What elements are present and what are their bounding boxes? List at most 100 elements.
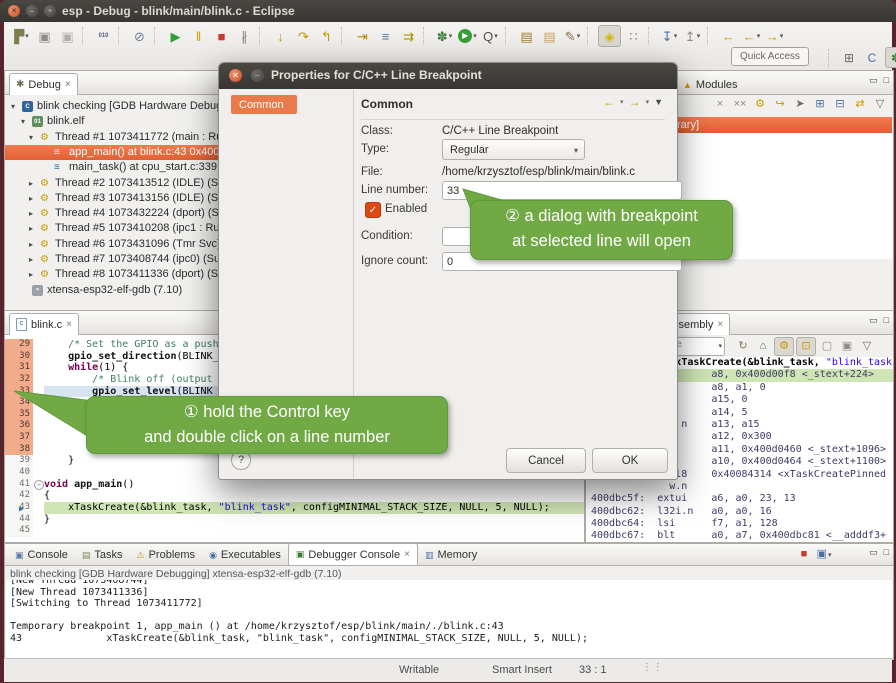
tab-blink-c[interactable]: c blink.c × (9, 313, 79, 335)
new-view-button[interactable]: ▢ (818, 338, 836, 355)
last-edit-location-button[interactable]: ↧▾ (659, 26, 680, 46)
console-output[interactable]: [New Thread 1073408744] [New Thread 1073… (6, 580, 892, 658)
line-number[interactable]: 39 (5, 455, 33, 467)
enabled-checkbox[interactable]: ✓ (365, 202, 381, 218)
title-bar[interactable]: ✕ – + esp - Debug - blink/main/blink.c -… (0, 0, 896, 22)
tab-modules[interactable]: ▲ Modules (676, 73, 745, 95)
minimize-panel-icon[interactable]: ▭ (869, 315, 878, 326)
tab-tasks[interactable]: ▤Tasks (75, 545, 130, 565)
tab-debugger-console[interactable]: ▣Debugger Console× (288, 543, 418, 565)
line-number[interactable]: 40 (5, 467, 33, 479)
expander-closed-icon[interactable]: ▸ (29, 224, 33, 233)
profile-button[interactable]: Q▾ (480, 26, 501, 46)
expander-closed-icon[interactable]: ▸ (29, 179, 33, 188)
step-filters-button[interactable]: ⇉ (398, 26, 419, 46)
line-number[interactable]: 45 (5, 525, 33, 537)
expander-closed-icon[interactable]: ▸ (29, 209, 33, 218)
debug-perspective-button[interactable]: ✽ (885, 47, 896, 68)
forward-button[interactable]: →▾ (764, 26, 785, 46)
debug-button[interactable]: ✽▾ (434, 26, 455, 46)
close-icon[interactable]: × (717, 319, 723, 330)
maximize-panel-icon[interactable]: □ (884, 547, 889, 558)
remove-all-button[interactable]: ×× (731, 96, 749, 113)
skip-breakpoints-button[interactable]: ⊘ (129, 26, 150, 46)
close-icon[interactable]: × (65, 79, 71, 90)
status-handle-icon[interactable]: ⋮ ⋮ (642, 662, 662, 673)
maximize-panel-icon[interactable]: □ (884, 75, 889, 86)
chevron-down-icon[interactable]: ▾ (718, 342, 722, 350)
window-maximize-button[interactable]: + (44, 5, 56, 17)
line-number[interactable]: 41 (5, 479, 33, 491)
expander-closed-icon[interactable]: ▸ (29, 240, 33, 249)
open-file-button[interactable]: ▤ (539, 26, 560, 46)
view-menu-icon[interactable]: ▼ (654, 97, 663, 107)
go-to-last-edit-button[interactable]: ↥▾ (682, 26, 703, 46)
resume-button[interactable]: ▶ (165, 26, 186, 46)
terminate-button[interactable]: ■ (211, 26, 232, 46)
annotate-button[interactable]: ✎▾ (562, 26, 583, 46)
minimize-panel-icon[interactable]: ▭ (869, 547, 878, 558)
line-number[interactable]: 29 (5, 339, 33, 351)
cancel-button[interactable]: Cancel (506, 448, 586, 473)
chevron-down-icon[interactable]: ▾ (646, 98, 650, 106)
chevron-down-icon[interactable]: ▾ (620, 98, 624, 106)
terminate-console-button[interactable]: ■ (795, 546, 813, 563)
quick-access-box[interactable]: Quick Access (731, 47, 809, 66)
back-button[interactable]: ←▾ (741, 26, 762, 46)
instruction-stepping-button[interactable]: ⇥ (352, 26, 373, 46)
copy-view-button[interactable]: ▣ (838, 338, 856, 355)
modules-selected-row[interactable]: rary] (674, 117, 892, 133)
expand-all-button[interactable]: ⊞ (811, 96, 829, 113)
back-icon[interactable]: ← (603, 95, 615, 109)
ok-button[interactable]: OK (592, 448, 668, 473)
minimize-panel-icon[interactable]: ▭ (869, 75, 878, 86)
expander-closed-icon[interactable]: ▸ (29, 255, 33, 264)
show-source-button[interactable]: ⚙ (774, 337, 794, 356)
cpp-perspective-button[interactable]: C (862, 48, 882, 67)
collapse-all-button[interactable]: ⊟ (831, 96, 849, 113)
new-wizard-button[interactable]: ▛▾ (11, 26, 32, 46)
window-minimize-button[interactable]: – (26, 5, 38, 17)
run-button[interactable]: ▶▾ (457, 26, 478, 46)
dialog-minimize-button[interactable]: – (251, 69, 264, 82)
forward-icon[interactable]: → (629, 95, 641, 109)
view-menu-button[interactable]: ▽ (858, 338, 876, 355)
suspend-button[interactable]: ‖ (188, 26, 209, 46)
link-with-debug-button[interactable]: ⇄ (851, 96, 869, 113)
dialog-title-bar[interactable]: ✕ – Properties for C/C++ Line Breakpoint (219, 63, 677, 89)
close-icon[interactable]: × (66, 319, 72, 330)
step-return-button[interactable]: ↰ (316, 26, 337, 46)
dialog-close-button[interactable]: ✕ (229, 69, 242, 82)
disconnect-button[interactable]: ∦ (234, 26, 255, 46)
mark-occurrences-button[interactable]: ∷ (623, 26, 644, 46)
tab-console[interactable]: ▣Console (8, 545, 75, 565)
line-number[interactable]: 31 (5, 362, 33, 374)
binary-view-button[interactable]: 010 (93, 26, 114, 46)
type-select[interactable]: Regular ▾ (442, 139, 585, 160)
maximize-panel-icon[interactable]: □ (884, 315, 889, 326)
tab-debug[interactable]: ✱ Debug × (9, 73, 78, 95)
open-project-button[interactable]: ▤ (516, 26, 537, 46)
expander-open-icon[interactable]: ▾ (21, 117, 25, 126)
open-console-button[interactable]: ▣▾ (815, 546, 833, 563)
view-menu-button[interactable]: ▽ (871, 96, 889, 113)
save-all-button[interactable]: ▣ (57, 26, 78, 46)
track-expression-button[interactable]: ⊡ (796, 337, 816, 356)
fold-collapse-icon[interactable]: − (34, 480, 44, 490)
expander-closed-icon[interactable]: ▸ (29, 270, 33, 279)
tab-memory[interactable]: ▥Memory (418, 545, 484, 565)
close-icon[interactable]: × (404, 549, 410, 560)
tab-executables[interactable]: ◉Executables (202, 545, 288, 565)
save-button[interactable]: ▣ (34, 26, 55, 46)
step-into-button[interactable]: ↓ (270, 26, 291, 46)
expander-closed-icon[interactable]: ▸ (29, 194, 33, 203)
show-stack-button[interactable]: ≡ (375, 26, 396, 46)
select-pointer-button[interactable]: ➤ (791, 96, 809, 113)
tab-problems[interactable]: ⚠Problems (130, 545, 203, 565)
open-perspective-button[interactable]: ⊞ (839, 48, 859, 67)
expander-open-icon[interactable]: ▾ (29, 133, 33, 142)
window-close-button[interactable]: ✕ (8, 5, 20, 17)
highlight-button[interactable]: ◈ (598, 25, 621, 47)
step-over-button[interactable]: ↷ (293, 26, 314, 46)
dialog-nav-common[interactable]: Common (231, 95, 297, 114)
